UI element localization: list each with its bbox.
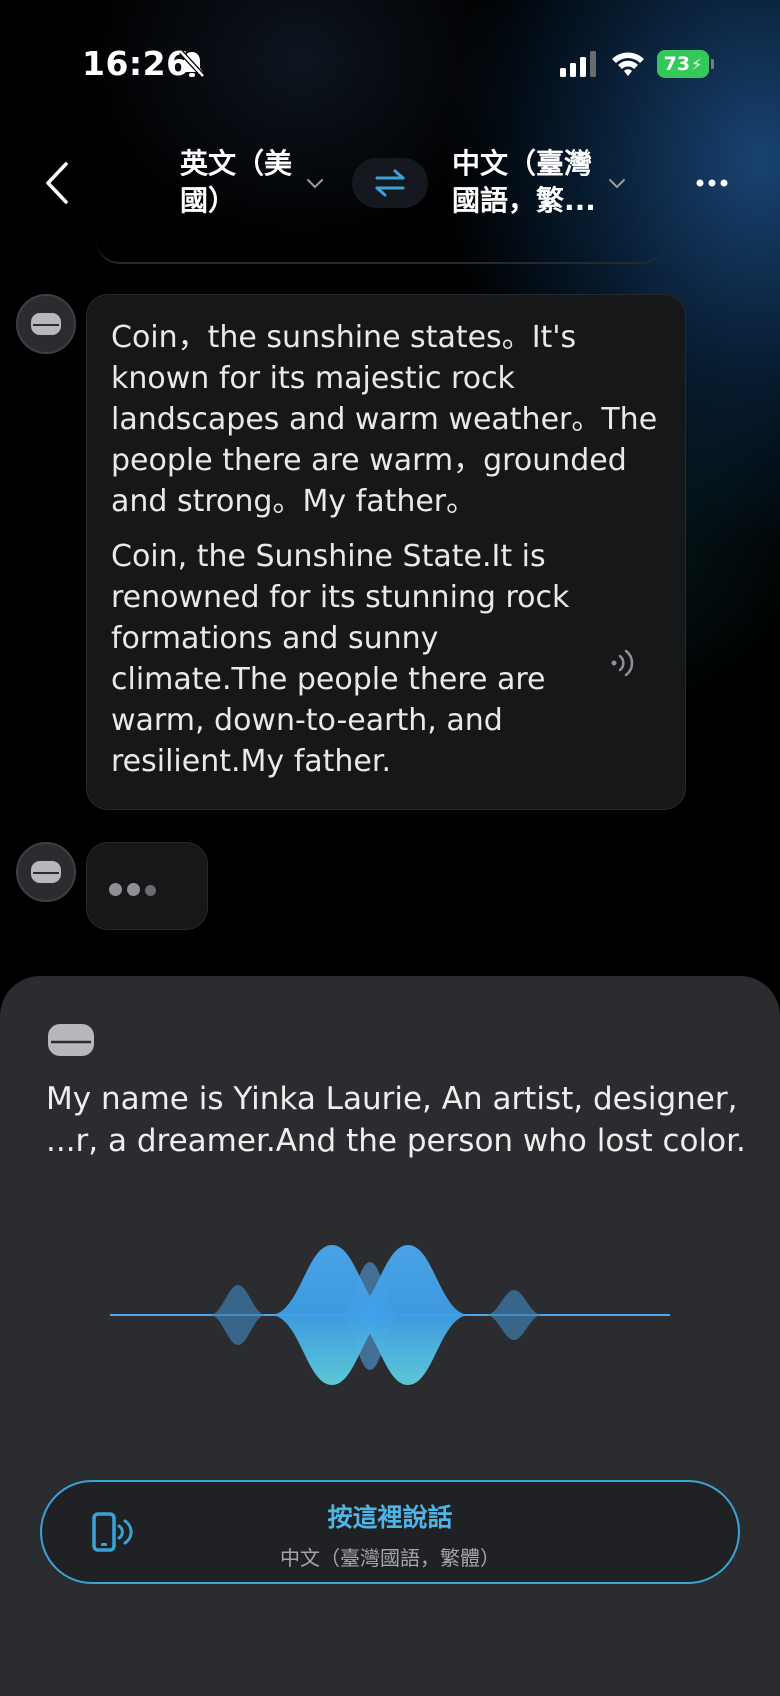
- bell-muted-icon: [179, 50, 205, 78]
- typing-indicator-bubble: [86, 842, 208, 930]
- target-language-selector[interactable]: 中文（臺灣國語，繁...: [452, 145, 612, 219]
- device-icon: [31, 313, 61, 335]
- device-icon: [31, 861, 61, 883]
- swap-icon: [375, 169, 405, 197]
- source-language-selector[interactable]: 英文（美國）: [180, 145, 310, 219]
- voice-waveform-icon: [110, 1245, 670, 1385]
- source-language-label: 英文（美國）: [180, 147, 293, 217]
- speaker-playback-icon[interactable]: [608, 646, 642, 680]
- typing-dot: [145, 885, 156, 896]
- previous-message-bubble-edge: [96, 236, 666, 264]
- battery-tip: [711, 59, 714, 69]
- wifi-icon: [612, 52, 644, 76]
- press-to-talk-button[interactable]: 按這裡說話 中文（臺灣國語，繁體）: [40, 1480, 740, 1584]
- live-transcript-text: My name is Yinka Laurie, An artist, desi…: [46, 1081, 746, 1159]
- charging-bolt-icon: ⚡: [691, 54, 703, 74]
- status-time: 16:26: [82, 44, 190, 83]
- battery-level: 73: [663, 53, 691, 75]
- battery-indicator: 73 ⚡: [657, 50, 709, 78]
- target-language-label: 中文（臺灣國語，繁...: [452, 147, 596, 217]
- chevron-down-icon[interactable]: [306, 178, 324, 190]
- assistant-avatar: [16, 294, 76, 354]
- more-icon[interactable]: [696, 178, 728, 188]
- status-bar: 16:26 73 ⚡: [0, 0, 780, 130]
- cellular-signal-icon: [560, 51, 596, 77]
- assistant-avatar: [16, 842, 76, 902]
- press-to-talk-language: 中文（臺灣國語，繁體）: [280, 1546, 500, 1570]
- translated-text: Coin, the Sunshine State.It is renowned …: [111, 539, 570, 779]
- device-icon: [48, 1024, 94, 1056]
- swap-languages-button[interactable]: [352, 158, 428, 208]
- typing-dots: [109, 881, 161, 900]
- press-to-talk-label: 按這裡說話: [327, 1503, 453, 1532]
- typing-dot: [127, 883, 140, 896]
- chevron-down-icon[interactable]: [608, 178, 626, 190]
- translation-message-bubble[interactable]: Coin，the sunshine states。It's known for …: [86, 294, 686, 810]
- source-text: Coin，the sunshine states。It's known for …: [111, 320, 658, 519]
- back-icon[interactable]: [40, 160, 76, 206]
- typing-dot: [109, 883, 122, 896]
